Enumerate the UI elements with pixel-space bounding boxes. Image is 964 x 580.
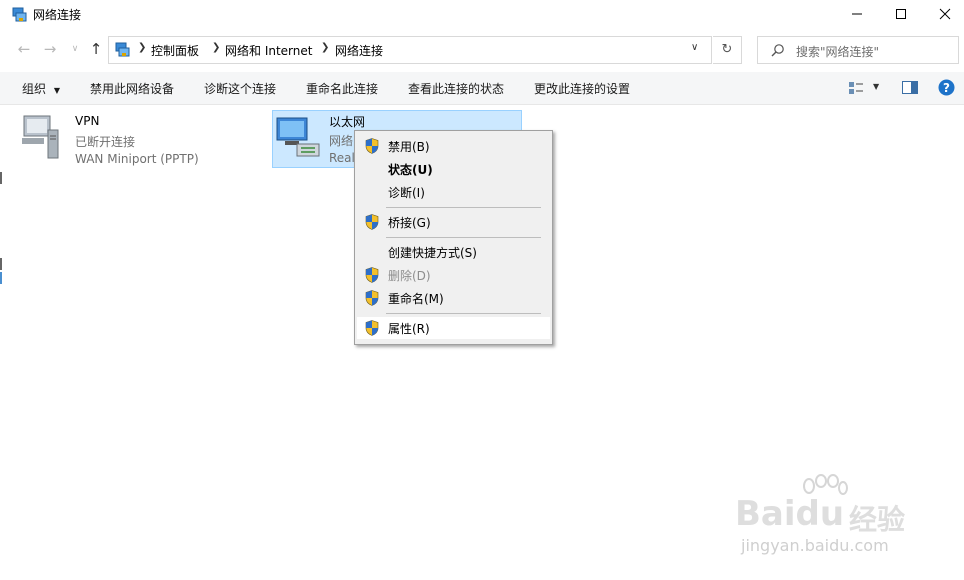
left-edge-artifact (0, 258, 6, 270)
breadcrumb-separator: ❯ (138, 42, 147, 53)
window-title: 网络连接 (33, 8, 82, 22)
search-input[interactable]: 搜索"网络连接" (757, 36, 959, 64)
close-icon (939, 8, 951, 20)
close-button[interactable] (922, 0, 964, 28)
disable-device-button[interactable]: 禁用此网络设备 (90, 80, 174, 97)
view-status-button[interactable]: 查看此连接的状态 (408, 80, 504, 97)
connection-device: WAN Miniport (PPTP) (75, 152, 199, 166)
diagnose-connection-button[interactable]: 诊断这个连接 (204, 80, 276, 97)
preview-pane-icon[interactable] (902, 81, 918, 94)
forward-arrow-icon: → (43, 40, 57, 58)
rename-connection-button[interactable]: 重命名此连接 (306, 80, 378, 97)
refresh-icon: ↻ (721, 42, 733, 57)
menu-label: 重命名(M) (388, 292, 444, 306)
network-folder-icon (12, 7, 27, 22)
chevron-down-icon: ∨ (71, 44, 79, 54)
watermark-brand: Baidu (735, 494, 845, 534)
menu-label: 删除(D) (388, 269, 431, 283)
title-bar: 网络连接 (0, 0, 964, 28)
watermark-suffix: 经验 (849, 503, 906, 536)
up-arrow-icon: ↑ (89, 40, 103, 58)
forward-button[interactable]: → (41, 40, 59, 58)
change-settings-button[interactable]: 更改此连接的设置 (534, 80, 630, 97)
menu-item-diagnose[interactable]: 诊断(I) (357, 181, 550, 203)
maximize-button[interactable] (878, 0, 924, 28)
shield-icon (365, 214, 379, 230)
vpn-network-icon (22, 115, 59, 159)
address-row: ← → ∨ ↑ ❯ 控制面板 ❯ 网络和 Internet ❯ 网络连接 ∨ ↻… (0, 34, 964, 64)
menu-item-create-shortcut[interactable]: 创建快捷方式(S) (357, 241, 550, 263)
menu-separator (386, 237, 541, 238)
search-placeholder: 搜索"网络连接" (796, 45, 880, 59)
address-dropdown-icon[interactable]: ∨ (691, 42, 698, 53)
dropdown-arrow-icon: ▼ (53, 86, 60, 95)
menu-item-rename[interactable]: 重命名(M) (357, 287, 550, 309)
menu-label: 属性(R) (388, 322, 430, 336)
breadcrumb-network-connections[interactable]: 网络连接 (335, 42, 383, 59)
menu-label: 桥接(G) (388, 216, 431, 230)
back-arrow-icon: ← (17, 40, 31, 58)
connection-name: VPN (75, 114, 100, 128)
menu-item-bridge[interactable]: 桥接(G) (357, 211, 550, 233)
shield-icon (365, 320, 379, 336)
minimize-icon (852, 13, 862, 15)
menu-label: 禁用(B) (388, 140, 430, 154)
minimize-button[interactable] (834, 0, 880, 28)
baidu-watermark: Baidu 经验 jingyan.baidu.com (735, 468, 945, 563)
breadcrumb-control-panel[interactable]: 控制面板 (151, 42, 199, 59)
organize-label: 组织 (22, 82, 47, 96)
search-icon (771, 44, 784, 57)
network-folder-icon (115, 42, 130, 57)
shield-icon (365, 267, 379, 283)
up-button[interactable]: ↑ (87, 40, 105, 58)
refresh-button[interactable]: ↻ (713, 36, 742, 64)
menu-separator (386, 207, 541, 208)
view-dropdown-icon[interactable]: ▼ (873, 82, 879, 91)
svg-text:?: ? (943, 81, 950, 95)
menu-item-delete: 删除(D) (357, 264, 550, 286)
menu-label: 诊断(I) (388, 186, 425, 200)
help-icon[interactable]: ? (938, 79, 955, 96)
back-button[interactable]: ← (15, 40, 33, 58)
maximize-icon (896, 9, 906, 19)
left-edge-artifact (0, 172, 6, 184)
connection-status: 网络 (329, 134, 354, 148)
connection-device: Real (329, 151, 355, 165)
ethernet-network-icon (276, 117, 320, 157)
menu-item-status[interactable]: 状态(U) (357, 158, 550, 180)
breadcrumb-separator: ❯ (321, 42, 330, 53)
view-options-icon[interactable] (848, 81, 864, 95)
menu-label: 创建快捷方式(S) (388, 246, 477, 260)
menu-label: 状态(U) (388, 163, 433, 177)
menu-item-properties[interactable]: 属性(R) (357, 317, 550, 339)
breadcrumb-network-internet[interactable]: 网络和 Internet (225, 42, 312, 59)
shield-icon (365, 138, 379, 154)
shield-icon (365, 290, 379, 306)
watermark-url: jingyan.baidu.com (741, 536, 889, 555)
connection-status: 已断开连接 (75, 135, 136, 149)
breadcrumb-separator: ❯ (212, 42, 221, 53)
recent-locations-button[interactable]: ∨ (66, 40, 84, 58)
left-edge-artifact (0, 272, 6, 284)
connection-item-vpn[interactable]: VPN 已断开连接 WAN Miniport (PPTP) (20, 112, 260, 168)
context-menu: 禁用(B) 状态(U) 诊断(I) 桥接(G) 创建快捷方式(S) 删除(D) … (354, 130, 553, 345)
menu-item-disable[interactable]: 禁用(B) (357, 135, 550, 157)
menu-separator (386, 313, 541, 314)
command-bar: 组织 ▼ 禁用此网络设备 诊断这个连接 重命名此连接 查看此连接的状态 更改此连… (0, 72, 964, 105)
organize-menu[interactable]: 组织 ▼ (22, 80, 60, 97)
connection-name: 以太网 (329, 115, 366, 129)
address-bar[interactable]: ❯ 控制面板 ❯ 网络和 Internet ❯ 网络连接 ∨ (108, 36, 712, 64)
